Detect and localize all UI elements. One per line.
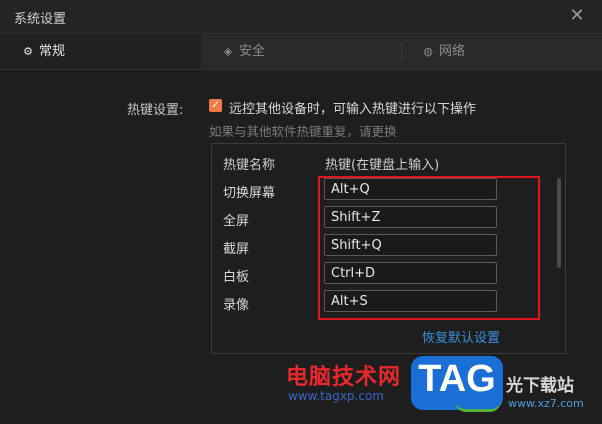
hotkey-name-fullscreen: 全屏 [223, 214, 250, 229]
gear-icon: ⚙ [23, 45, 33, 58]
watermark-swoosh [455, 401, 501, 412]
hotkey-name-whiteboard: 白板 [223, 270, 250, 285]
tab-general-label: 常规 [39, 44, 66, 59]
tab-general[interactable]: ⚙ 常规 [0, 34, 201, 69]
tab-security[interactable]: ◈ 安全 [201, 34, 401, 69]
tab-security-label: 安全 [239, 44, 266, 59]
close-icon[interactable]: ✕ [566, 5, 588, 27]
hotkey-enable-label[interactable]: 远控其他设备时，可输入热键进行以下操作 [229, 98, 476, 117]
annotation-highlight-box [318, 176, 540, 320]
hotkey-hint: 如果与其他软件热键重复，请更换 [209, 124, 397, 139]
watermark-logo-text: TAG [418, 358, 496, 400]
tab-bar: ⚙ 常规 ◈ 安全 ◍ 网络 [0, 34, 602, 70]
hotkey-name-record: 录像 [223, 298, 250, 313]
tab-network[interactable]: ◍ 网络 [401, 34, 602, 69]
hotkey-name-screenshot: 截屏 [223, 242, 250, 257]
tab-network-label: 网络 [439, 44, 466, 59]
watermark-site-url: www.xz7.com [508, 397, 584, 410]
hotkey-enable-checkbox[interactable]: ✓ [209, 99, 222, 112]
shield-icon: ◈ [223, 45, 233, 58]
hotkey-name-switch-screen: 切换屏幕 [223, 186, 276, 201]
watermark-url: www.tagxp.com [288, 389, 384, 403]
title-bar: 系统设置 ✕ [0, 0, 602, 34]
window-title: 系统设置 [14, 12, 67, 27]
hotkey-section-label: 热键设置: [127, 103, 184, 118]
globe-icon: ◍ [423, 45, 433, 58]
column-header-key: 热键(在键盘上输入) [325, 158, 440, 173]
restore-defaults-link[interactable]: 恢复默认设置 [422, 327, 500, 346]
tab-divider [401, 42, 402, 61]
watermark-site: 光下载站 [506, 376, 574, 396]
column-header-name: 热键名称 [223, 158, 276, 173]
table-scrollbar[interactable] [557, 178, 561, 268]
watermark-text: 电脑技术网 [286, 365, 402, 390]
